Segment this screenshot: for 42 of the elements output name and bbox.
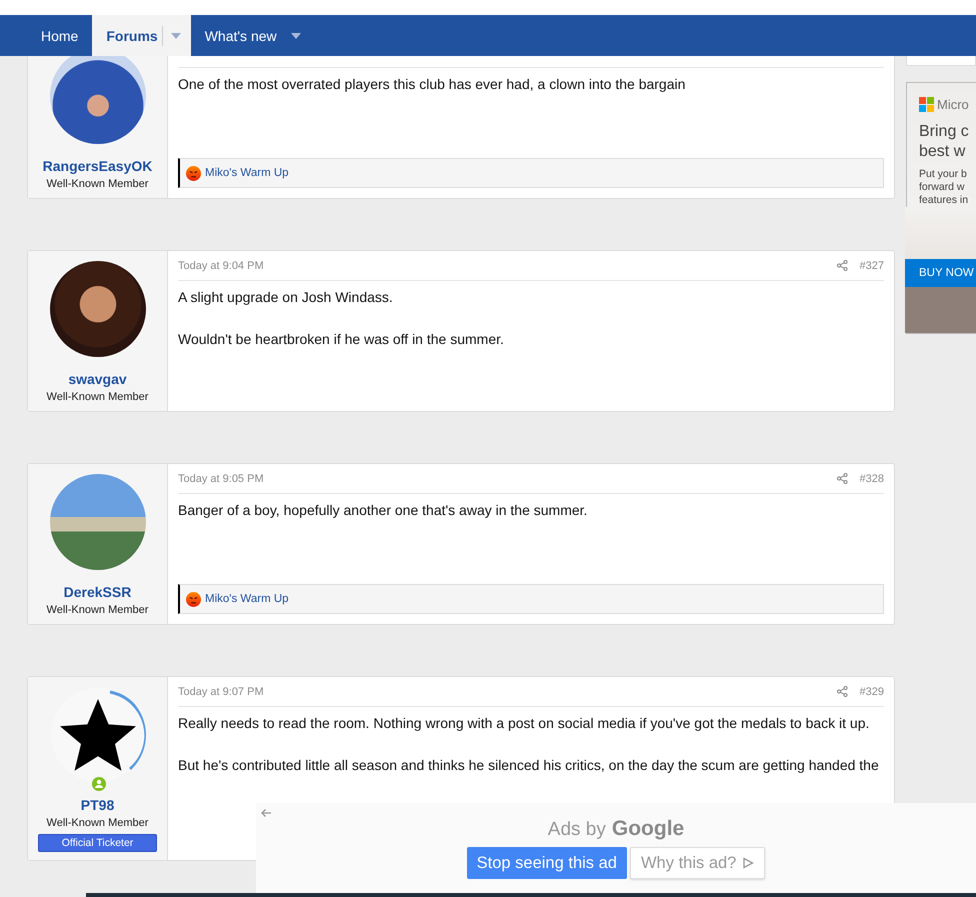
username-link[interactable]: PT98 (80, 797, 114, 813)
four-squares-logo-icon (919, 97, 934, 112)
play-icon (742, 857, 754, 869)
username-link[interactable]: DerekSSR (64, 584, 132, 600)
reaction-link[interactable]: Miko's Warm Up (205, 167, 289, 179)
photo-placeholder (905, 287, 976, 333)
post-number[interactable]: #329 (860, 686, 884, 698)
post-number[interactable]: #328 (860, 472, 884, 484)
post-text: Wouldn't be heartbroken if he was off in the summer. (178, 330, 505, 349)
user-title: Well-Known Member (46, 604, 148, 616)
photo-placeholder (905, 207, 976, 259)
ad-headline: best w (919, 142, 966, 162)
user-title: Well-Known Member (46, 817, 148, 829)
google-wordmark: Google (612, 817, 684, 841)
back-arrow-icon[interactable] (260, 808, 272, 818)
post-text: A slight upgrade on Josh Windass. (178, 288, 394, 307)
post-text: But he's contributed little all season and thinks he silenced his critics, on the day the scum are getting handed the (178, 756, 880, 775)
reaction-link[interactable]: Miko's Warm Up (205, 593, 289, 605)
angry-face-icon (186, 592, 201, 606)
share-icon[interactable] (836, 686, 848, 697)
username-link[interactable]: swavgav (68, 371, 127, 387)
ad-headline: Bring c (919, 122, 970, 142)
nav-tab[interactable]: Home (27, 15, 92, 56)
post-text: One of the most overrated players this club has ever had, a clown into the bargain (178, 75, 686, 94)
ad-text: features in (919, 194, 970, 207)
user-banner: Official Ticketer (38, 834, 157, 852)
user-title: Well-Known Member (46, 391, 148, 403)
nav-tab[interactable]: What's new (190, 15, 319, 56)
ad-text: forward w (919, 181, 966, 194)
nav-tab[interactable]: Forums (92, 15, 191, 56)
ad-brand: Micro (937, 97, 969, 112)
ad-text: Put your b (919, 168, 968, 181)
ads-by-label: Ads by (548, 819, 606, 841)
post-text: Banger of a boy, hopefully another one that's away in the summer. (178, 501, 588, 520)
share-icon[interactable] (836, 260, 848, 271)
username-link[interactable]: RangersEasyOK (42, 158, 152, 174)
post-text: Really needs to read the room. Nothing wrong with a post on social media if you've got the medals to back it up. (178, 714, 870, 733)
share-icon[interactable] (836, 473, 848, 484)
stop-ad-button[interactable]: Stop seeing this ad (466, 847, 627, 879)
angry-face-icon (186, 166, 201, 180)
buy-now-button[interactable]: BUY NOW (905, 259, 976, 287)
user-title: Well-Known Member (46, 178, 148, 190)
